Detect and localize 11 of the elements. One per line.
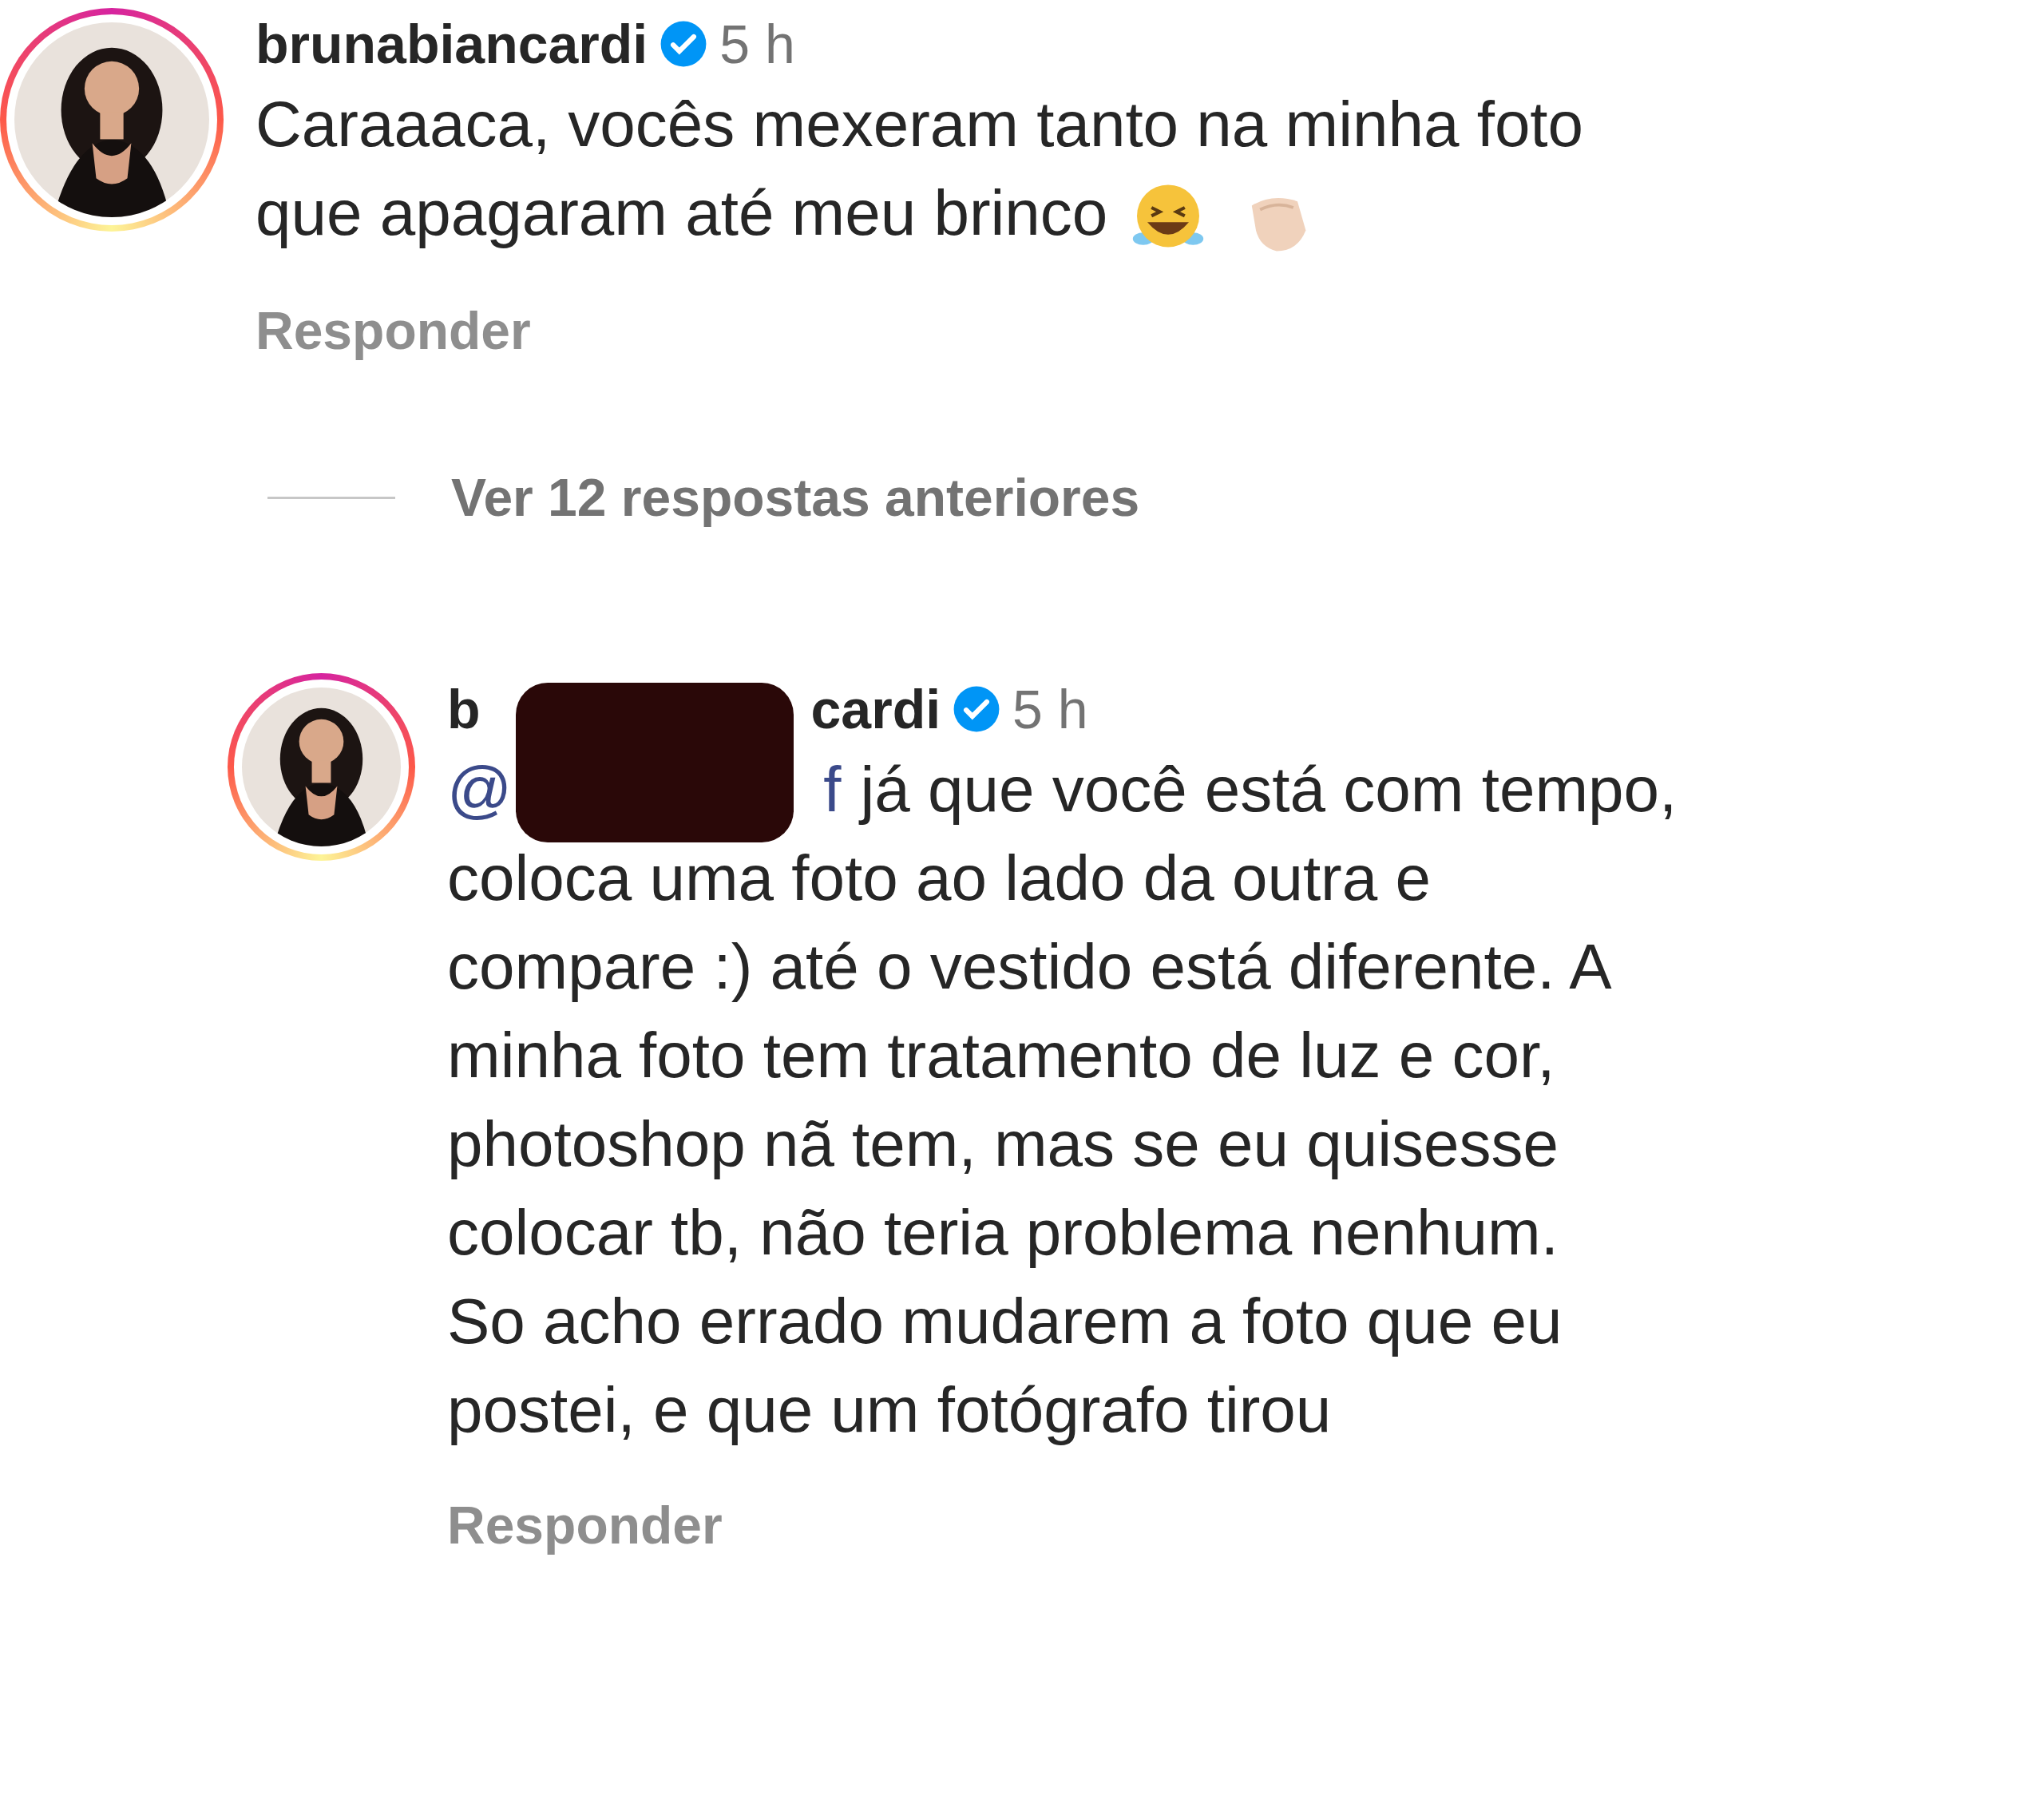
username[interactable]: brunabiancardi (256, 8, 648, 80)
username[interactable]: b (447, 672, 481, 745)
mention-link[interactable]: f (823, 744, 842, 834)
view-replies-button[interactable]: Ver 12 respostas anteriores (451, 458, 1140, 537)
timestamp: 5 h (719, 13, 795, 76)
timestamp: 5 h (1012, 677, 1088, 741)
comment-text: já que você está com tempo, (860, 752, 1678, 826)
mention-link[interactable]: @ (447, 744, 513, 834)
username[interactable]: cardi (810, 672, 941, 745)
comment-text: coloca uma foto ao lado da outra e compare :) até o vestido está diferente. A minha foto tem tratamento de luz e cor, photoshop nã tem, mas se eu quisesse colocar tb, não teria problema nenhum. So acho errado mudarem a foto que eu postei, e que um fotógrafo tirou (447, 841, 1613, 1447)
comment-text: Caraaaca, vocês mexeram tanto na minha foto que apagaram até meu brinco (256, 80, 1584, 260)
